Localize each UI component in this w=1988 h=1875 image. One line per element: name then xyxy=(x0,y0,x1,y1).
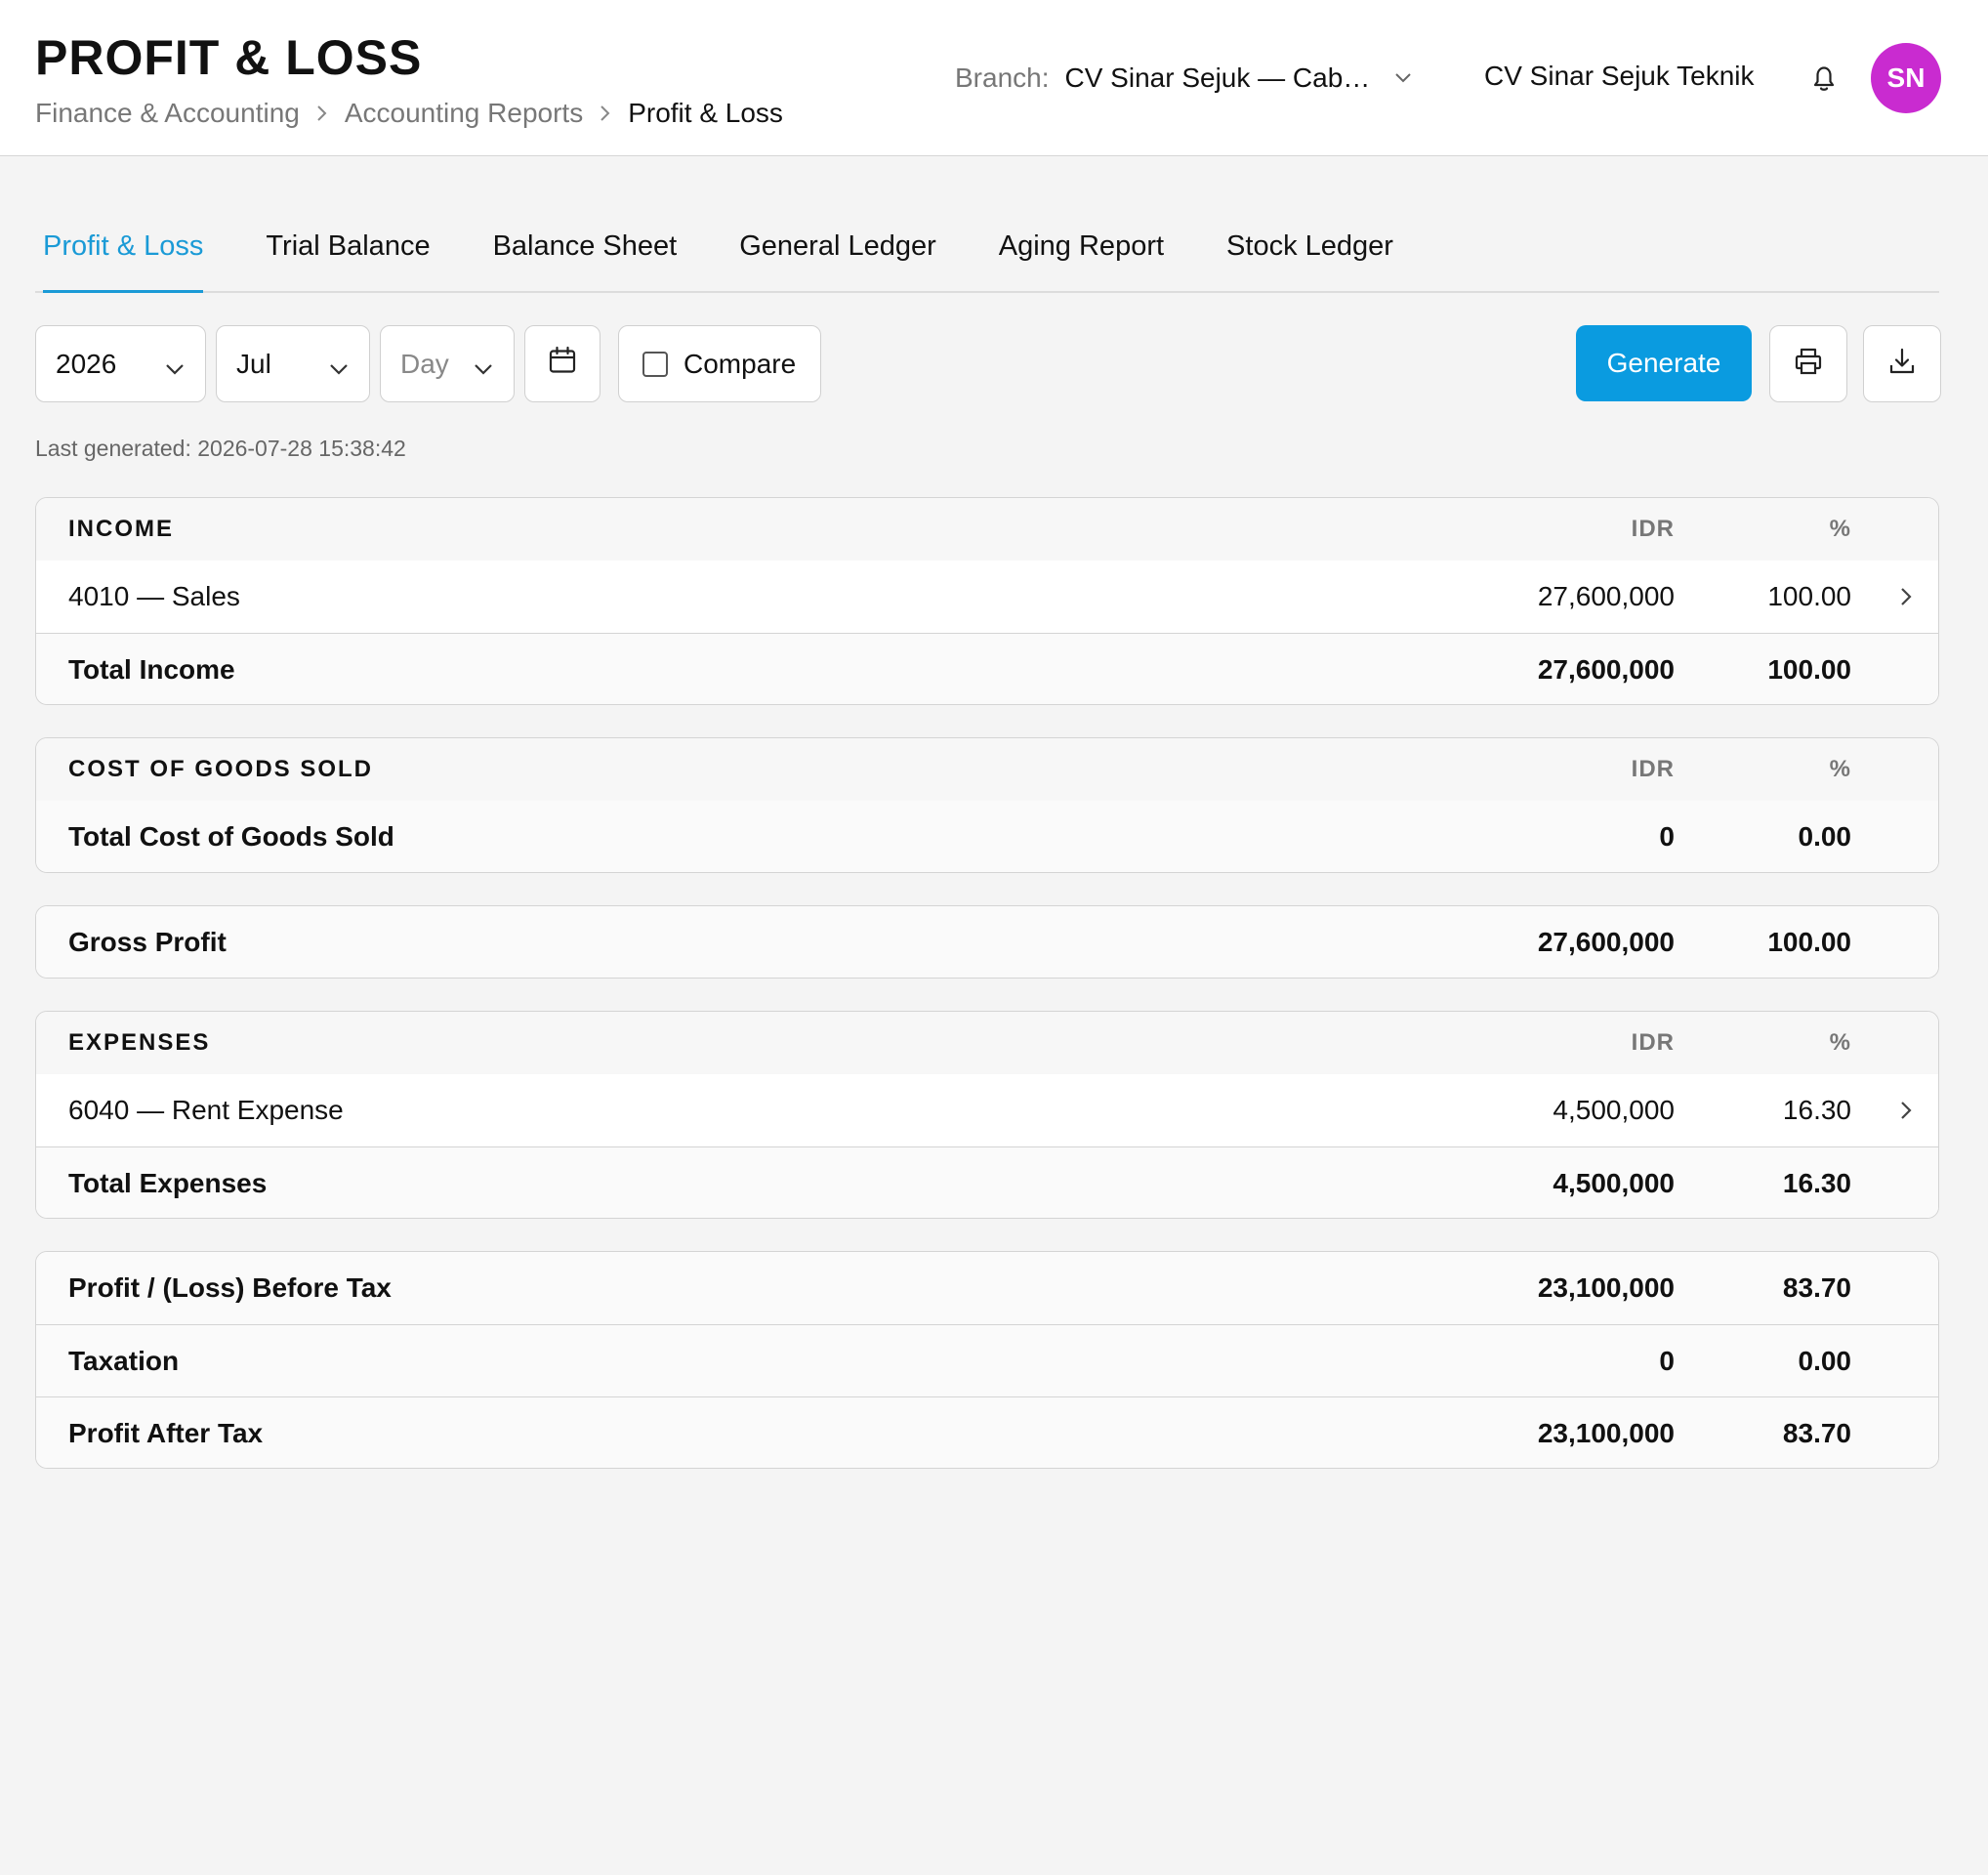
section-header: COST OF GOODS SOLD IDR % xyxy=(36,738,1938,801)
compare-toggle[interactable]: Compare xyxy=(618,325,821,402)
column-header-idr: IDR xyxy=(1631,516,1675,542)
column-header-idr: IDR xyxy=(1631,1029,1675,1056)
year-select[interactable]: 2026 xyxy=(35,325,206,402)
gross-profit-section: Gross Profit 27,600,000 100.00 xyxy=(35,905,1939,979)
tab-balance-sheet[interactable]: Balance Sheet xyxy=(485,221,685,291)
chevron-down-icon xyxy=(1393,71,1413,85)
profit-before-tax-row: Profit / (Loss) Before Tax 23,100,000 83… xyxy=(36,1252,1938,1324)
account-name: 4010 — Sales xyxy=(68,581,240,611)
tab-stock-ledger[interactable]: Stock Ledger xyxy=(1219,221,1401,291)
day-placeholder: Day xyxy=(400,348,449,379)
total-amount: 0 xyxy=(1659,821,1675,852)
chevron-down-icon xyxy=(473,353,494,384)
chevron-right-icon[interactable] xyxy=(1897,1098,1915,1128)
total-amount: 4,500,000 xyxy=(1553,1167,1675,1198)
total-row: Total Income 27,600,000 100.00 xyxy=(36,633,1938,704)
section-heading: COST OF GOODS SOLD xyxy=(68,756,374,782)
chevron-right-icon xyxy=(315,104,329,123)
total-row: Gross Profit 27,600,000 100.00 xyxy=(36,906,1938,978)
branch-value: CV Sinar Sejuk — Cab… xyxy=(1064,62,1371,93)
generate-button[interactable]: Generate xyxy=(1576,325,1752,401)
download-icon xyxy=(1885,345,1919,383)
page-title: PROFIT & LOSS xyxy=(35,30,423,85)
calendar-button[interactable] xyxy=(524,325,601,402)
top-header: PROFIT & LOSS Finance & Accounting Accou… xyxy=(0,0,1988,156)
table-row[interactable]: 6040 — Rent Expense 4,500,000 16.30 xyxy=(36,1074,1938,1146)
chevron-right-icon[interactable] xyxy=(1897,584,1915,614)
print-button[interactable] xyxy=(1769,325,1847,402)
column-header-idr: IDR xyxy=(1631,756,1675,782)
printer-icon xyxy=(1792,345,1825,383)
account-percent: 16.30 xyxy=(1782,1095,1851,1125)
last-generated-text: Last generated: 2026-07-28 15:38:42 xyxy=(35,436,406,461)
month-value: Jul xyxy=(236,348,271,379)
account-amount: 27,600,000 xyxy=(1537,581,1675,611)
account-percent: 100.00 xyxy=(1767,581,1851,611)
total-amount: 27,600,000 xyxy=(1537,653,1675,685)
branch-selector[interactable]: Branch: CV Sinar Sejuk — Cab… xyxy=(955,57,1413,100)
company-name[interactable]: CV Sinar Sejuk Teknik xyxy=(1484,61,1755,92)
total-label: Total Cost of Goods Sold xyxy=(68,821,394,852)
profit-after-tax-row: Profit After Tax 23,100,000 83.70 xyxy=(36,1396,1938,1468)
summary-percent: 83.70 xyxy=(1782,1272,1851,1303)
tab-profit-loss[interactable]: Profit & Loss xyxy=(35,221,211,293)
total-label: Total Income xyxy=(68,653,235,685)
summary-amount: 23,100,000 xyxy=(1537,1417,1675,1448)
calendar-icon xyxy=(547,345,578,383)
breadcrumb: Finance & Accounting Accounting Reports … xyxy=(35,94,783,133)
report-tabs: Profit & Loss Trial Balance Balance Shee… xyxy=(35,221,1939,293)
compare-label: Compare xyxy=(683,348,797,379)
tab-general-ledger[interactable]: General Ledger xyxy=(731,221,944,291)
tab-trial-balance[interactable]: Trial Balance xyxy=(258,221,437,291)
download-button[interactable] xyxy=(1863,325,1941,402)
table-row[interactable]: 4010 — Sales 27,600,000 100.00 xyxy=(36,561,1938,633)
profit-summary-section: Profit / (Loss) Before Tax 23,100,000 83… xyxy=(35,1251,1939,1469)
chevron-right-icon xyxy=(599,104,612,123)
section-heading: INCOME xyxy=(68,516,174,542)
bell-icon[interactable] xyxy=(1806,61,1842,96)
total-label: Gross Profit xyxy=(68,927,227,957)
section-header: INCOME IDR % xyxy=(36,498,1938,561)
summary-label: Taxation xyxy=(68,1345,180,1376)
account-amount: 4,500,000 xyxy=(1553,1095,1675,1125)
total-percent: 100.00 xyxy=(1767,927,1851,957)
chevron-down-icon xyxy=(328,353,350,384)
expenses-section: EXPENSES IDR % 6040 — Rent Expense 4,500… xyxy=(35,1011,1939,1219)
breadcrumb-item-finance[interactable]: Finance & Accounting xyxy=(35,98,300,129)
section-header: EXPENSES IDR % xyxy=(36,1012,1938,1074)
day-select[interactable]: Day xyxy=(380,325,515,402)
branch-label: Branch: xyxy=(955,62,1050,93)
total-percent: 0.00 xyxy=(1798,821,1852,852)
summary-label: Profit / (Loss) Before Tax xyxy=(68,1272,392,1303)
summary-label: Profit After Tax xyxy=(68,1417,264,1448)
chevron-down-icon xyxy=(164,353,186,384)
summary-amount: 23,100,000 xyxy=(1537,1272,1675,1303)
total-label: Total Expenses xyxy=(68,1167,268,1198)
column-header-percent: % xyxy=(1829,516,1851,542)
taxation-row: Taxation 0 0.00 xyxy=(36,1324,1938,1396)
cogs-section: COST OF GOODS SOLD IDR % Total Cost of G… xyxy=(35,737,1939,873)
summary-percent: 0.00 xyxy=(1798,1345,1852,1376)
tab-aging-report[interactable]: Aging Report xyxy=(991,221,1172,291)
section-heading: EXPENSES xyxy=(68,1029,211,1056)
column-header-percent: % xyxy=(1829,756,1851,782)
breadcrumb-item-reports[interactable]: Accounting Reports xyxy=(345,98,583,129)
income-section: INCOME IDR % 4010 — Sales 27,600,000 100… xyxy=(35,497,1939,705)
month-select[interactable]: Jul xyxy=(216,325,370,402)
breadcrumb-item-current: Profit & Loss xyxy=(628,98,783,128)
summary-percent: 83.70 xyxy=(1782,1417,1851,1448)
total-row: Total Cost of Goods Sold 0 0.00 xyxy=(36,801,1938,872)
column-header-percent: % xyxy=(1829,1029,1851,1056)
total-percent: 16.30 xyxy=(1782,1167,1851,1198)
total-amount: 27,600,000 xyxy=(1537,927,1675,957)
total-percent: 100.00 xyxy=(1767,653,1851,685)
year-value: 2026 xyxy=(56,348,117,379)
total-row: Total Expenses 4,500,000 16.30 xyxy=(36,1146,1938,1218)
compare-checkbox[interactable] xyxy=(642,351,668,377)
account-name: 6040 — Rent Expense xyxy=(68,1095,344,1125)
avatar[interactable]: SN xyxy=(1871,43,1941,113)
summary-amount: 0 xyxy=(1659,1345,1675,1376)
